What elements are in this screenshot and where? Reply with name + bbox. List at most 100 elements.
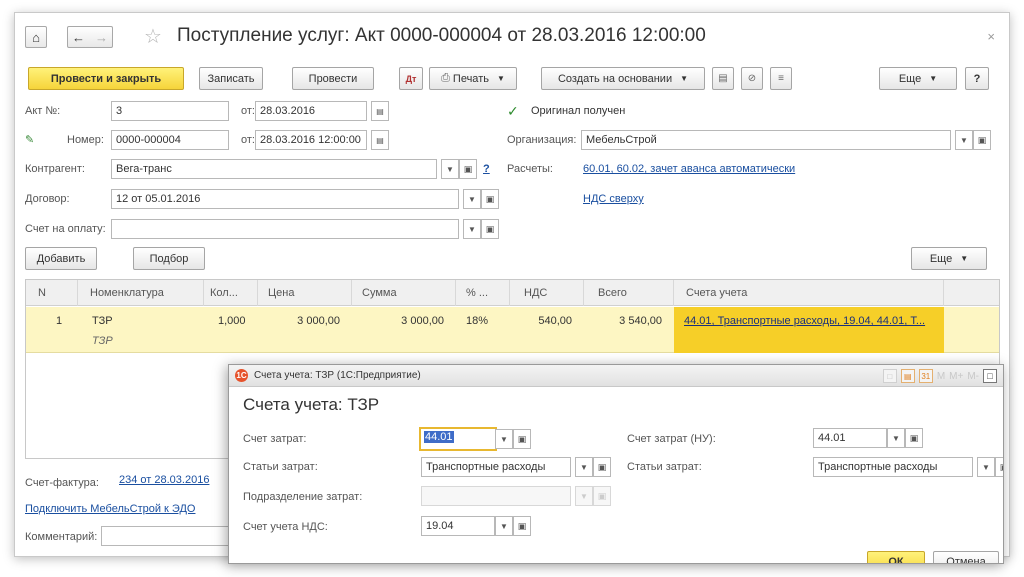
calendar-icon[interactable]: ▤ [371, 101, 389, 121]
minimize-icon[interactable]: □ [983, 369, 997, 383]
open-icon: ▣ [593, 486, 611, 506]
post-button[interactable]: Провести [292, 67, 374, 90]
number-label: Номер: [67, 134, 104, 146]
act-no-input[interactable]: 3 [111, 101, 229, 121]
chevron-down-icon[interactable]: ▼ [887, 428, 905, 448]
cost-account-nu-input[interactable]: 44.01 [813, 428, 887, 448]
close-icon[interactable]: × [987, 29, 995, 44]
row-vat-rate[interactable]: 18% [466, 315, 488, 327]
counterparty-help-link[interactable]: ? [483, 163, 490, 175]
dialog-heading: Счета учета: ТЗР [243, 395, 380, 414]
row-sum[interactable]: 3 000,00 [352, 315, 444, 327]
settlements-link[interactable]: 60.01, 60.02, зачет аванса автоматически [583, 163, 795, 175]
print-button[interactable]: ⎙ Печать ▼ [429, 67, 517, 90]
table-more-button[interactable]: Еще ▼ [911, 247, 987, 270]
document-icon[interactable]: ▤ [712, 67, 734, 90]
document-edit-icon: ✎ [25, 134, 35, 146]
cost-account-input[interactable]: 44.01 [419, 427, 497, 451]
row-vat[interactable]: 540,00 [510, 315, 572, 327]
add-row-button[interactable]: Добавить [25, 247, 97, 270]
column-header-accounts[interactable]: Счета учета [674, 280, 944, 306]
number-date-input[interactable]: 28.03.2016 12:00:00 [255, 130, 367, 150]
memory-m-button[interactable]: M [937, 371, 945, 382]
pick-button[interactable]: Подбор [133, 247, 205, 270]
chevron-down-icon[interactable]: ▼ [463, 219, 481, 239]
calculator-icon[interactable]: ▤ [900, 369, 915, 383]
chevron-down-icon[interactable]: ▼ [441, 159, 459, 179]
column-header-sum[interactable]: Сумма [352, 280, 456, 306]
column-header-total[interactable]: Всего [584, 280, 674, 306]
chevron-down-icon[interactable]: ▼ [495, 429, 513, 449]
attachment-icon[interactable]: ⊘ [741, 67, 763, 90]
table-row[interactable]: 1 ТЗР ТЗР 1,000 3 000,00 3 000,00 18% 54… [26, 307, 999, 353]
open-icon[interactable]: ▣ [481, 189, 499, 209]
help-button[interactable]: ? [965, 67, 989, 90]
chevron-down-icon[interactable]: ▼ [575, 457, 593, 477]
cost-account-label: Счет затрат: [243, 433, 307, 445]
row-accounts-link[interactable]: 44.01, Транспортные расходы, 19.04, 44.0… [684, 315, 925, 327]
ok-button[interactable]: ОК [867, 551, 925, 563]
row-accounts-cell[interactable]: 44.01, Транспортные расходы, 19.04, 44.0… [674, 307, 944, 353]
open-icon[interactable]: ▣ [513, 516, 531, 536]
more-label: Еще [898, 72, 922, 85]
row-price[interactable]: 3 000,00 [258, 315, 340, 327]
row-qty[interactable]: 1,000 [218, 315, 246, 327]
open-icon[interactable]: ▣ [459, 159, 477, 179]
more-button[interactable]: Еще ▼ [879, 67, 957, 90]
chevron-down-icon: ▼ [960, 254, 969, 263]
memory-plus-button[interactable]: M+ [949, 371, 963, 382]
calendar-icon[interactable]: 31 [918, 369, 933, 383]
invoice-for-payment-label: Счет на оплату: [25, 223, 106, 235]
organization-label: Организация: [507, 134, 577, 146]
link-icon[interactable]: □ [882, 369, 897, 383]
division-input[interactable] [421, 486, 571, 506]
chevron-down-icon[interactable]: ▼ [495, 516, 513, 536]
vat-invoice-link[interactable]: 234 от 28.03.2016 [119, 474, 209, 486]
memory-minus-button[interactable]: M- [967, 371, 979, 382]
open-icon[interactable]: ▣ [905, 428, 923, 448]
chevron-down-icon[interactable]: ▼ [977, 457, 995, 477]
forward-arrow-icon[interactable]: → [95, 30, 108, 45]
save-button[interactable]: Записать [199, 67, 263, 90]
column-header-item[interactable]: Номенклатура [78, 280, 204, 306]
chevron-down-icon[interactable]: ▼ [955, 130, 973, 150]
open-icon[interactable]: ▣ [481, 219, 499, 239]
list-icon[interactable]: ≡ [770, 67, 792, 90]
chevron-down-icon: ▼ [929, 74, 938, 83]
post-and-close-button[interactable]: Провести и закрыть [28, 67, 184, 90]
contract-label: Договор: [25, 193, 70, 205]
column-header-vat-rate[interactable]: % ... [456, 280, 510, 306]
dt-kt-icon[interactable]: Дт [399, 67, 423, 90]
column-header-qty[interactable]: Кол... [204, 280, 258, 306]
invoice-for-payment-input[interactable] [111, 219, 459, 239]
vat-on-top-link[interactable]: НДС сверху [583, 193, 644, 205]
page-title: Поступление услуг: Акт 0000-000004 от 28… [177, 25, 706, 46]
open-icon[interactable]: ▣ [995, 457, 1003, 477]
counterparty-input[interactable]: Вега-транс [111, 159, 437, 179]
open-icon[interactable]: ▣ [593, 457, 611, 477]
original-received-checkbox[interactable]: ✓ [507, 104, 521, 118]
cost-items-input[interactable]: Транспортные расходы [421, 457, 571, 477]
create-based-on-button[interactable]: Создать на основании ▼ [541, 67, 705, 90]
column-header-n[interactable]: N [26, 280, 78, 306]
table-header: N Номенклатура Кол... Цена Сумма % ... Н… [26, 280, 999, 306]
home-icon[interactable]: ⌂ [25, 26, 47, 48]
favorite-star-icon[interactable]: ☆ [144, 24, 162, 49]
calendar-icon[interactable]: ▤ [371, 130, 389, 150]
edo-connect-link[interactable]: Подключить МебельСтрой к ЭДО [25, 503, 195, 515]
open-icon[interactable]: ▣ [973, 130, 991, 150]
column-header-vat[interactable]: НДС [510, 280, 584, 306]
chevron-down-icon: ▼ [496, 74, 505, 83]
chevron-down-icon[interactable]: ▼ [463, 189, 481, 209]
back-arrow-icon[interactable]: ← [72, 30, 85, 45]
vat-account-input[interactable]: 19.04 [421, 516, 495, 536]
act-date-input[interactable]: 28.03.2016 [255, 101, 367, 121]
contract-input[interactable]: 12 от 05.01.2016 [111, 189, 459, 209]
cancel-button[interactable]: Отмена [933, 551, 999, 563]
organization-input[interactable]: МебельСтрой [581, 130, 951, 150]
open-icon[interactable]: ▣ [513, 429, 531, 449]
column-header-price[interactable]: Цена [258, 280, 352, 306]
row-item[interactable]: ТЗР [92, 315, 113, 327]
cost-items-nu-input[interactable]: Транспортные расходы [813, 457, 973, 477]
number-input[interactable]: 0000-000004 [111, 130, 229, 150]
